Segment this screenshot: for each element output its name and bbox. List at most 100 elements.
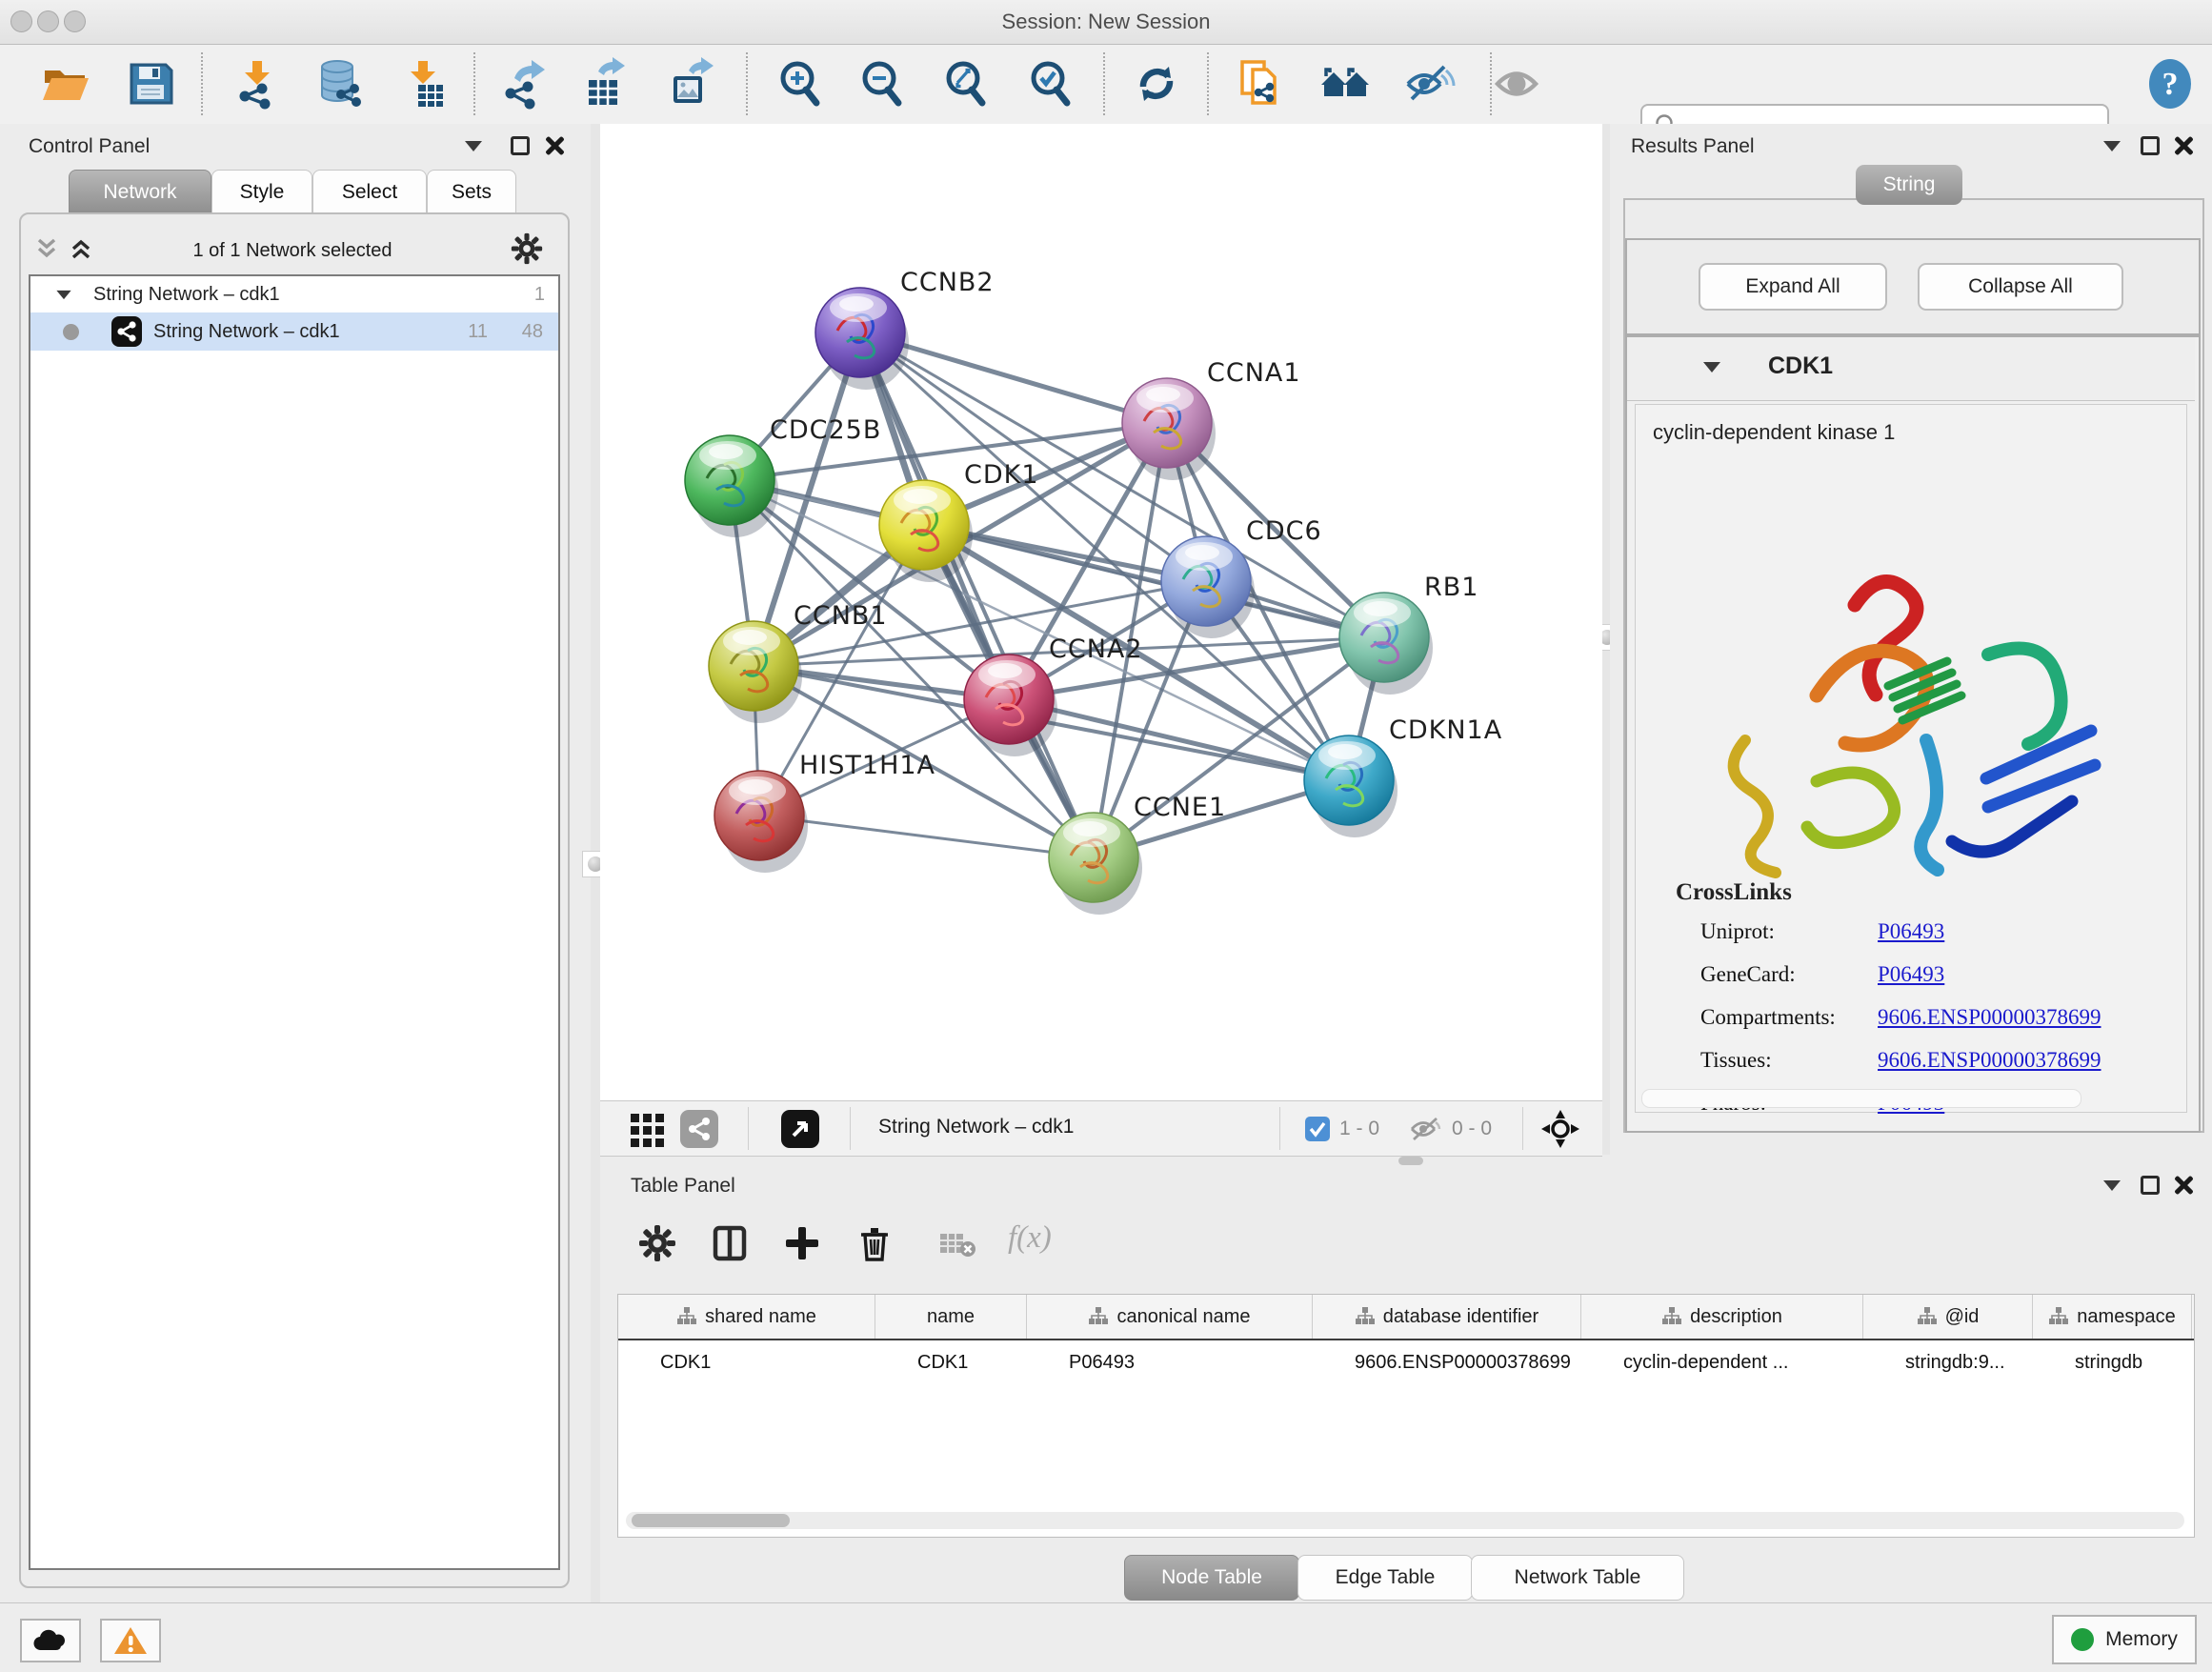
export-table-icon[interactable]: [580, 56, 635, 111]
open-session-icon[interactable]: [38, 56, 93, 111]
first-neighbors-icon[interactable]: [1317, 56, 1373, 111]
node-table: shared namename canonical name database id…: [617, 1294, 2195, 1538]
panel-menu-icon[interactable]: [465, 141, 482, 151]
collapse-all-button[interactable]: Collapse All: [1918, 263, 2123, 311]
float-panel-icon[interactable]: [2141, 1176, 2160, 1195]
table-cell[interactable]: CDK1: [618, 1352, 875, 1374]
import-network-database-icon[interactable]: [312, 56, 367, 111]
import-network-file-icon[interactable]: [231, 56, 286, 111]
selected-checkbox-icon[interactable]: [1305, 1117, 1330, 1141]
network-collection-row[interactable]: String Network – cdk1 1: [30, 276, 558, 312]
delete-column-trash-icon[interactable]: [854, 1222, 895, 1264]
zoom-selected-icon[interactable]: [1024, 56, 1079, 111]
network-view-share-icon[interactable]: [680, 1110, 718, 1148]
zoom-out-icon[interactable]: [855, 56, 911, 111]
network-node[interactable]: [964, 655, 1057, 756]
network-node[interactable]: [709, 621, 802, 723]
crosslink-value-link[interactable]: P06493: [1878, 919, 1944, 944]
detach-view-icon[interactable]: [781, 1110, 819, 1148]
collection-expand-icon[interactable]: [56, 290, 70, 298]
show-all-icon[interactable]: [1489, 56, 1544, 111]
crosslink-value-link[interactable]: 9606.ENSP00000378699: [1878, 1048, 2101, 1073]
tab-select[interactable]: Select: [312, 170, 427, 214]
network-node[interactable]: [1304, 735, 1398, 837]
crosslink-row: GeneCard:P06493: [1700, 962, 2177, 987]
network-node[interactable]: [685, 435, 778, 537]
birds-eye-crosshair-icon[interactable]: [1539, 1108, 1581, 1150]
tab-edge-table[interactable]: Edge Table: [1297, 1555, 1473, 1601]
results-hscrollbar[interactable]: [1641, 1089, 2081, 1108]
node-label: RB1: [1424, 573, 1478, 602]
table-cell[interactable]: cyclin-dependent ...: [1581, 1352, 1863, 1374]
table-hscrollbar-thumb[interactable]: [632, 1514, 790, 1527]
column-header-shared-name[interactable]: shared name: [618, 1295, 875, 1339]
column-type-icon: [1917, 1306, 1938, 1327]
table-cell[interactable]: P06493: [1027, 1352, 1313, 1374]
network-node[interactable]: [714, 771, 808, 873]
network-node[interactable]: [815, 288, 909, 390]
tab-node-table[interactable]: Node Table: [1124, 1555, 1299, 1601]
cloud-button[interactable]: [20, 1619, 81, 1662]
column-header-canonical-name[interactable]: canonical name: [1027, 1295, 1313, 1339]
gene-header-row[interactable]: CDK1: [1627, 337, 2195, 401]
separator: [748, 1107, 749, 1150]
float-panel-icon[interactable]: [2141, 136, 2160, 155]
network-node[interactable]: [1049, 813, 1142, 915]
string-network-icon: [111, 316, 142, 347]
left-splitter[interactable]: [591, 124, 600, 1602]
column-header-description[interactable]: description: [1581, 1295, 1863, 1339]
network-node[interactable]: [1122, 378, 1216, 480]
warning-button[interactable]: [100, 1619, 161, 1662]
import-table-file-icon[interactable]: [398, 56, 453, 111]
zoom-in-icon[interactable]: [774, 56, 829, 111]
table-cell[interactable]: stringdb:9...: [1863, 1352, 2033, 1374]
tab-sets[interactable]: Sets: [427, 170, 516, 214]
column-header-name[interactable]: name: [875, 1295, 1027, 1339]
table-options-gear-icon[interactable]: [636, 1222, 678, 1264]
network-node[interactable]: [879, 480, 973, 582]
export-network-icon[interactable]: [498, 56, 553, 111]
table-panel: Table Panel f(x) shared namenamecanonica…: [600, 1167, 2212, 1602]
network-from-selection-icon[interactable]: [1233, 56, 1288, 111]
tab-network[interactable]: Network: [69, 170, 211, 214]
network-options-gear-icon[interactable]: [511, 232, 543, 265]
network-view-canvas[interactable]: CCNB2CCNA1CDC25BCDK1CDC6RB1CCNB1CCNA2CDK…: [600, 124, 1602, 1100]
help-icon[interactable]: ?: [2147, 58, 2193, 110]
zoom-fit-icon[interactable]: [939, 56, 995, 111]
show-columns-icon[interactable]: [709, 1222, 751, 1264]
tab-style[interactable]: Style: [211, 170, 312, 214]
save-session-icon[interactable]: [123, 56, 178, 111]
crosslink-value-link[interactable]: P06493: [1878, 962, 1944, 987]
hide-selected-icon[interactable]: [1401, 56, 1457, 111]
column-header-database-identifier[interactable]: database identifier: [1313, 1295, 1581, 1339]
table-cell[interactable]: stringdb: [2033, 1352, 2192, 1374]
gene-collapse-icon[interactable]: [1703, 362, 1720, 373]
table-hscrollbar-track[interactable]: [626, 1512, 2184, 1529]
refresh-icon[interactable]: [1129, 56, 1184, 111]
horizontal-splitter-handle[interactable]: [1398, 1157, 1423, 1165]
tab-network-table[interactable]: Network Table: [1471, 1555, 1684, 1601]
column-header-@id[interactable]: @id: [1863, 1295, 2033, 1339]
add-column-icon[interactable]: [781, 1222, 823, 1264]
grid-view-icon[interactable]: [629, 1110, 667, 1148]
column-header-namespace[interactable]: namespace: [2033, 1295, 2192, 1339]
toolbar-separator: [746, 52, 748, 115]
table-cell[interactable]: 9606.ENSP00000378699: [1313, 1352, 1581, 1374]
export-image-icon[interactable]: [665, 56, 720, 111]
crosslink-value-link[interactable]: 9606.ENSP00000378699: [1878, 1005, 2101, 1030]
expand-all-button[interactable]: Expand All: [1699, 263, 1887, 311]
table-row[interactable]: CDK1CDK1P064939606.ENSP00000378699cyclin…: [618, 1340, 2194, 1384]
network-row[interactable]: String Network – cdk1 11 48: [30, 312, 558, 351]
panel-menu-icon[interactable]: [2103, 141, 2121, 151]
table-cell[interactable]: CDK1: [875, 1352, 1027, 1374]
delete-table-icon: [938, 1228, 976, 1260]
column-header-label: canonical name: [1116, 1306, 1250, 1328]
network-edge[interactable]: [759, 816, 1094, 857]
network-node[interactable]: [1339, 593, 1433, 695]
column-header-label: description: [1690, 1306, 1782, 1328]
network-view-title: String Network – cdk1: [878, 1116, 1074, 1138]
memory-button[interactable]: Memory: [2052, 1615, 2197, 1664]
tab-string[interactable]: String: [1856, 165, 1962, 205]
float-panel-icon[interactable]: [511, 136, 530, 155]
panel-menu-icon[interactable]: [2103, 1180, 2121, 1191]
